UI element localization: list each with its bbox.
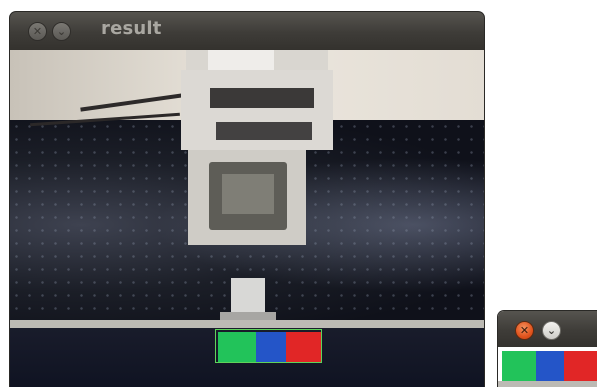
close-button[interactable]: ✕ (515, 321, 534, 340)
robot-arm-dark-band (210, 88, 314, 108)
chevron-down-icon: ⌄ (546, 324, 557, 337)
red-patch (564, 351, 597, 381)
small-window: ✕ ⌄ (498, 311, 597, 387)
camera-lens (222, 174, 274, 214)
blue-patch (536, 351, 564, 381)
result-window: ✕ ⌄ result (10, 12, 484, 387)
green-patch (502, 351, 536, 381)
chevron-down-icon: ⌄ (56, 25, 67, 38)
minimize-button[interactable]: ⌄ (542, 321, 561, 340)
robot-arm-dark-band (216, 122, 312, 140)
close-icon: ✕ (32, 25, 43, 38)
floor-strip (498, 381, 597, 387)
close-icon: ✕ (519, 324, 530, 337)
result-window-titlebar[interactable]: ✕ ⌄ result (10, 12, 484, 50)
roi-outline (215, 329, 322, 363)
color-patch-view (498, 347, 597, 387)
small-window-titlebar[interactable]: ✕ ⌄ (498, 311, 597, 347)
close-button[interactable]: ✕ (28, 22, 47, 41)
window-title: result (101, 18, 162, 39)
camera-view (10, 50, 484, 387)
minimize-button[interactable]: ⌄ (52, 22, 71, 41)
